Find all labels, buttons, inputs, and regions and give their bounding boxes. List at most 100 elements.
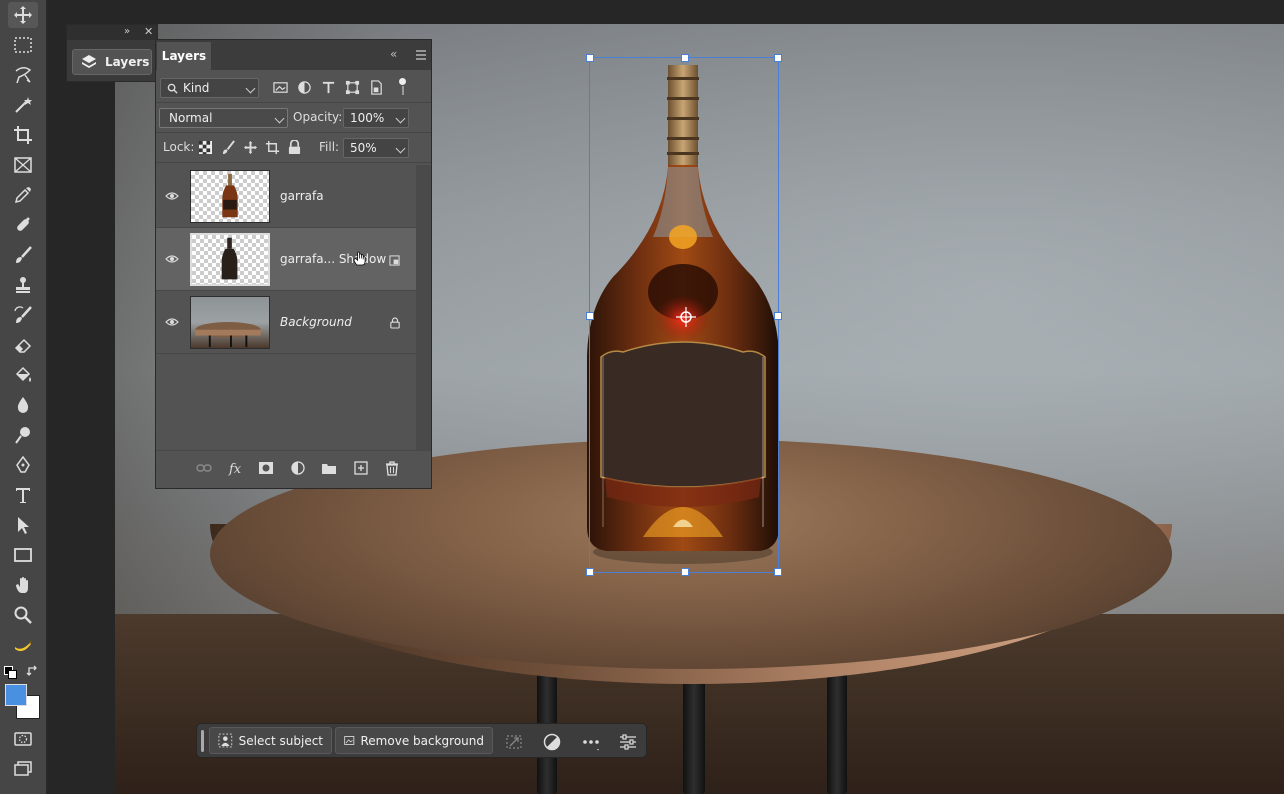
lock-image-pixels-icon[interactable]: [221, 140, 236, 155]
rectangle-icon[interactable]: [8, 542, 38, 568]
tools-toolbar: [0, 0, 47, 794]
lock-row: Lock: Fill: 50%: [156, 133, 431, 163]
layer-row-garrafa[interactable]: garrafa: [156, 165, 416, 228]
reference-point-icon[interactable]: [676, 307, 696, 327]
fill-label: Fill:: [319, 140, 340, 154]
visibility-eye-icon[interactable]: [165, 191, 179, 201]
layer-name[interactable]: garrafa... Shadow: [280, 252, 386, 266]
collapse-panel-icon[interactable]: «: [390, 47, 397, 61]
fill-input[interactable]: 50%: [343, 138, 409, 158]
history-brush-icon[interactable]: [8, 302, 38, 328]
more-options-icon[interactable]: [582, 733, 600, 751]
visibility-eye-icon[interactable]: [165, 317, 179, 327]
magic-wand-icon[interactable]: [8, 92, 38, 118]
quick-mask-icon[interactable]: [8, 726, 38, 752]
shape-layer-filter-icon[interactable]: [345, 80, 360, 95]
taskbar-drag-handle[interactable]: [201, 730, 204, 752]
mask-contrast-icon[interactable]: [543, 733, 561, 751]
transform-handle-bottom-right[interactable]: [774, 568, 782, 576]
select-subject-icon: [218, 733, 233, 748]
remove-background-icon: [344, 736, 355, 745]
tab-layers[interactable]: Layers: [157, 42, 211, 70]
lock-artboard-icon[interactable]: [265, 140, 280, 155]
svg-text:fx: fx: [228, 462, 242, 476]
adjustment-layer-filter-icon[interactable]: [297, 80, 312, 95]
collapsed-panel-dock: » ✕ Layers: [66, 24, 158, 82]
delete-layer-trash-icon[interactable]: [384, 460, 400, 476]
filter-kind-dropdown[interactable]: Kind: [160, 78, 259, 98]
new-group-folder-icon[interactable]: [321, 460, 337, 476]
banana-icon[interactable]: [8, 632, 38, 658]
opacity-label: Opacity:: [293, 110, 343, 124]
filter-toggle-icon[interactable]: [399, 78, 406, 96]
visibility-eye-icon[interactable]: [165, 254, 179, 264]
transform-handle-bottom-left[interactable]: [586, 568, 594, 576]
type-icon[interactable]: [8, 482, 38, 508]
layers-panel-tabbar: Layers «: [156, 40, 431, 70]
remove-background-button[interactable]: Remove background: [335, 727, 493, 754]
lock-all-icon[interactable]: [288, 140, 301, 155]
layer-row-background[interactable]: Background: [156, 291, 416, 354]
link-layers-icon[interactable]: [196, 460, 212, 476]
frame-icon[interactable]: [8, 152, 38, 178]
new-adjustment-layer-icon[interactable]: [290, 460, 306, 476]
opacity-input[interactable]: 100%: [343, 108, 409, 128]
rectangular-marquee-icon[interactable]: [8, 32, 38, 58]
eyedropper-icon[interactable]: [8, 182, 38, 208]
eraser-icon[interactable]: [8, 332, 38, 358]
clone-stamp-icon[interactable]: [8, 272, 38, 298]
move-tool-icon[interactable]: [8, 2, 38, 28]
layer-style-fx-icon[interactable]: fx: [228, 460, 244, 476]
search-icon: [167, 83, 178, 94]
smart-object-filter-icon[interactable]: [369, 80, 384, 95]
layer-name[interactable]: Background: [280, 315, 352, 329]
lock-position-icon[interactable]: [243, 140, 258, 155]
layer-thumbnail: [190, 170, 270, 223]
blend-mode-value: Normal: [169, 111, 213, 125]
layers-panel-footer: fx: [156, 450, 431, 485]
paint-bucket-icon[interactable]: [8, 362, 38, 388]
screen-mode-icon[interactable]: [8, 756, 38, 782]
select-subject-button[interactable]: Select subject: [209, 727, 332, 754]
default-colors-icon[interactable]: [4, 666, 17, 679]
layer-row-garrafa-shadow[interactable]: garrafa... Shadow: [156, 228, 416, 291]
pen-icon[interactable]: [8, 452, 38, 478]
crop-icon[interactable]: [8, 122, 38, 148]
type-layer-filter-icon[interactable]: [321, 80, 336, 95]
path-selection-icon[interactable]: [8, 512, 38, 538]
pixel-layer-filter-icon[interactable]: [273, 80, 288, 95]
lasso-icon[interactable]: [8, 62, 38, 88]
spot-healing-icon[interactable]: [8, 212, 38, 238]
dodge-icon[interactable]: [8, 422, 38, 448]
add-mask-icon[interactable]: [258, 460, 274, 476]
foreground-color-swatch[interactable]: [5, 684, 27, 706]
zoom-icon[interactable]: [8, 602, 38, 628]
close-dock-icon[interactable]: ✕: [144, 25, 153, 38]
swap-colors-icon[interactable]: [26, 664, 40, 678]
brush-icon[interactable]: [8, 242, 38, 268]
transform-handle-right[interactable]: [774, 312, 782, 320]
transform-handle-left[interactable]: [586, 312, 594, 320]
transform-handle-top-left[interactable]: [586, 54, 594, 62]
layers-panel-button[interactable]: Layers: [72, 49, 152, 75]
layer-lock-icon[interactable]: [390, 317, 400, 329]
blend-mode-dropdown[interactable]: Normal: [159, 108, 288, 128]
transform-handle-bottom[interactable]: [681, 568, 689, 576]
hand-icon[interactable]: [8, 572, 38, 598]
remove-background-label: Remove background: [360, 733, 485, 748]
transform-handle-top[interactable]: [681, 54, 689, 62]
taskbar-settings-sliders-icon[interactable]: [619, 733, 637, 751]
layer-name[interactable]: garrafa: [280, 189, 324, 203]
transform-selection-icon[interactable]: [505, 733, 523, 751]
lock-transparent-pixels-icon[interactable]: [199, 141, 212, 154]
layers-button-label: Layers: [105, 55, 150, 69]
filter-row: Kind: [156, 73, 431, 103]
layers-scrollbar[interactable]: [416, 165, 431, 450]
opacity-value: 100%: [350, 111, 385, 125]
transform-handle-top-right[interactable]: [774, 54, 782, 62]
blur-icon[interactable]: [8, 392, 38, 418]
expand-panels-icon[interactable]: »: [124, 26, 130, 37]
panel-menu-icon[interactable]: [415, 49, 427, 61]
new-layer-icon[interactable]: [353, 460, 369, 476]
contextual-task-bar: Select subject Remove background: [196, 723, 647, 758]
